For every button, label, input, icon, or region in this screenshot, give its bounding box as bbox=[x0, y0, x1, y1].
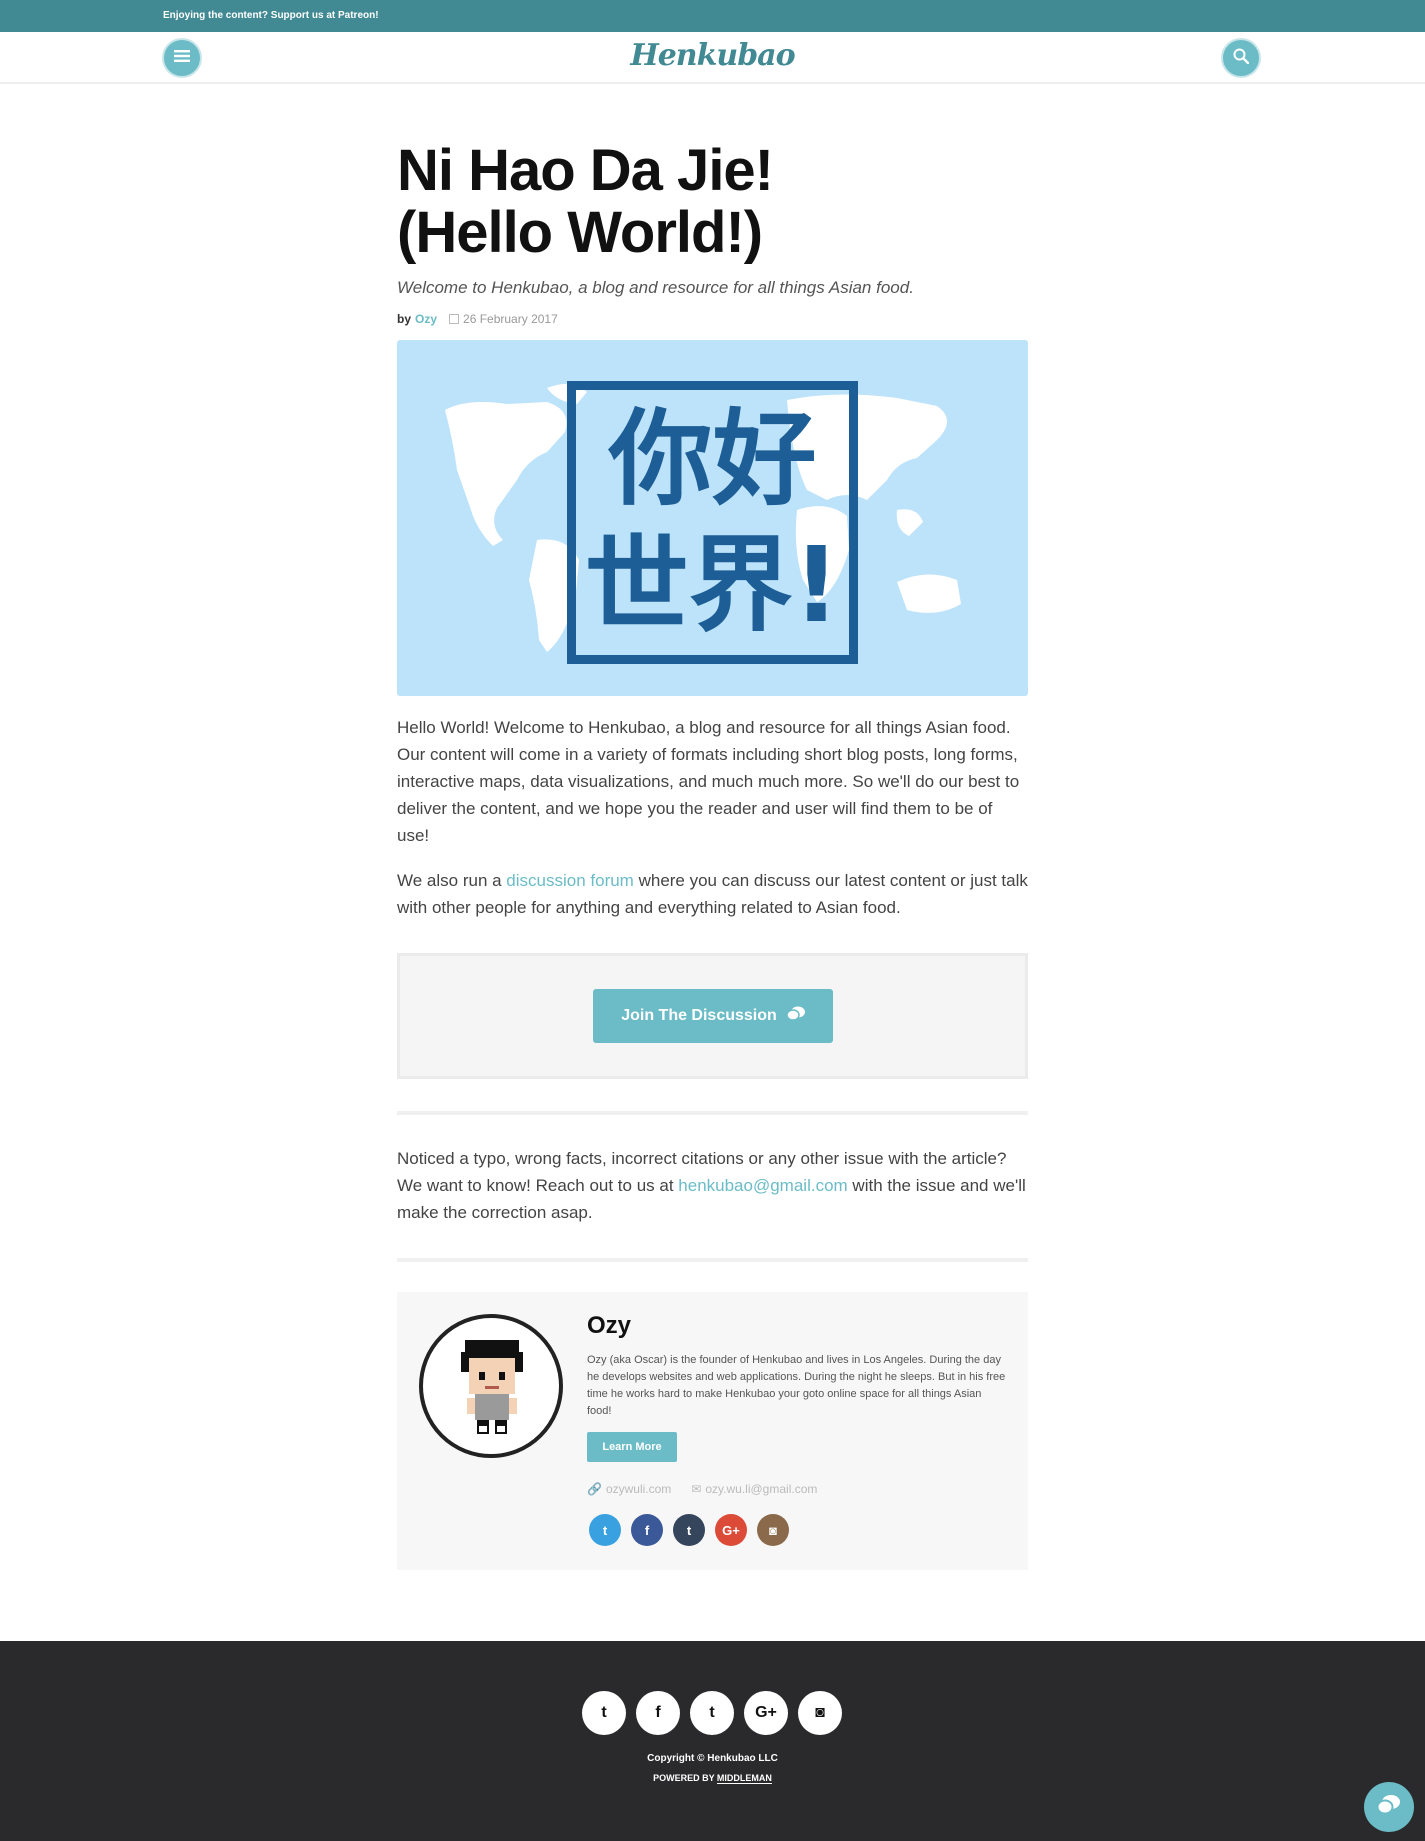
link-icon: 🔗 bbox=[587, 1482, 602, 1496]
hero-frame: 你好 世界! bbox=[567, 381, 858, 664]
by-label: by bbox=[397, 312, 412, 326]
middleman-link[interactable]: MIDDLEMAN bbox=[716, 1773, 772, 1784]
footer-facebook-button[interactable]: f bbox=[636, 1691, 680, 1735]
title-line-2: (Hello World!) bbox=[397, 200, 763, 265]
section-divider bbox=[397, 1258, 1028, 1262]
author-email-text: ozy.wu.li@gmail.com bbox=[705, 1482, 818, 1496]
hero-line-2: 世界! bbox=[584, 524, 841, 646]
forum-paragraph: We also run a discussion forum where you… bbox=[397, 867, 1028, 921]
hero-text: 你好 世界! bbox=[576, 396, 849, 648]
support-banner: Enjoying the content? Support us at Patr… bbox=[0, 0, 1425, 32]
author-card: Ozy Ozy (aka Oscar) is the founder of He… bbox=[397, 1292, 1028, 1570]
support-text: Enjoying the content? Support us at Patr… bbox=[163, 10, 379, 21]
twitter-button[interactable]: t bbox=[589, 1514, 621, 1546]
tumblr-icon: t bbox=[686, 1522, 692, 1538]
forum-link[interactable]: discussion forum bbox=[506, 871, 634, 890]
twitter-icon: t bbox=[602, 1522, 608, 1538]
section-divider bbox=[397, 1111, 1028, 1115]
powered-by: POWERED BY MIDDLEMAN bbox=[0, 1773, 1425, 1784]
chat-icon bbox=[1376, 1794, 1401, 1821]
website-link[interactable]: 🔗 ozywuli.com bbox=[587, 1482, 671, 1496]
footer-instagram-button[interactable]: ◙ bbox=[798, 1691, 842, 1735]
discussion-cta: Join The Discussion bbox=[397, 953, 1028, 1079]
facebook-icon: f bbox=[655, 1704, 661, 1721]
footer-google-plus-button[interactable]: G+ bbox=[744, 1691, 788, 1735]
instagram-icon: ◙ bbox=[769, 1522, 777, 1538]
author-bio: Ozy (aka Oscar) is the founder of Henkub… bbox=[587, 1354, 1006, 1417]
instagram-button[interactable]: ◙ bbox=[757, 1514, 789, 1546]
google-plus-icon: G+ bbox=[722, 1522, 740, 1538]
support-prefix: Enjoying the content? Support us at bbox=[163, 10, 338, 21]
join-discussion-label: Join The Discussion bbox=[621, 1007, 777, 1024]
learn-more-button[interactable]: Learn More bbox=[587, 1432, 677, 1462]
footer-tumblr-button[interactable]: t bbox=[690, 1691, 734, 1735]
powered-prefix: POWERED BY bbox=[653, 1773, 717, 1783]
footer-social-links: t f t G+ ◙ bbox=[582, 1691, 842, 1735]
calendar-icon bbox=[449, 314, 460, 324]
patreon-link[interactable]: Patreon! bbox=[338, 10, 379, 21]
publish-date: 26 February 2017 bbox=[463, 312, 558, 326]
author-social-links: t f t G+ ◙ bbox=[589, 1514, 789, 1546]
author-name: Ozy bbox=[587, 1312, 632, 1339]
article-subtitle: Welcome to Henkubao, a blog and resource… bbox=[397, 278, 914, 297]
author-links: 🔗 ozywuli.com ✉ ozy.wu.li@gmail.com bbox=[587, 1482, 817, 1496]
author-email-link[interactable]: ✉ ozy.wu.li@gmail.com bbox=[691, 1482, 817, 1496]
site-footer: t f t G+ ◙ Copyright © Henkubao LLC POWERED … bbox=[0, 1641, 1425, 1841]
website-text: ozywuli.com bbox=[605, 1482, 672, 1496]
article-meta: by Ozy 26 February 2017 bbox=[397, 312, 1028, 326]
tumblr-icon: t bbox=[709, 1704, 715, 1721]
intro-paragraph: Hello World! Welcome to Henkubao, a blog… bbox=[397, 718, 1020, 845]
facebook-icon: f bbox=[644, 1522, 650, 1538]
join-discussion-button[interactable]: Join The Discussion bbox=[593, 989, 833, 1043]
google-plus-button[interactable]: G+ bbox=[715, 1514, 747, 1546]
twitter-icon: t bbox=[601, 1704, 607, 1721]
article: Ni Hao Da Jie! (Hello World!) Welcome to… bbox=[397, 140, 1028, 1570]
site-logo[interactable]: Henkubao bbox=[0, 38, 1425, 73]
footer-twitter-button[interactable]: t bbox=[582, 1691, 626, 1735]
hero-line-1: 你好 bbox=[608, 398, 817, 520]
author-avatar bbox=[419, 1314, 563, 1458]
notice-email-link[interactable]: henkubao@gmail.com bbox=[678, 1176, 847, 1195]
google-plus-icon: G+ bbox=[755, 1704, 777, 1721]
author-link[interactable]: Ozy bbox=[415, 312, 437, 326]
tumblr-button[interactable]: t bbox=[673, 1514, 705, 1546]
instagram-icon: ◙ bbox=[815, 1704, 825, 1721]
copyright: Copyright © Henkubao LLC bbox=[647, 1753, 778, 1764]
pixel-avatar-icon bbox=[461, 1340, 523, 1434]
site-header: Henkubao bbox=[0, 32, 1425, 84]
correction-notice: Noticed a typo, wrong facts, incorrect c… bbox=[397, 1145, 1028, 1226]
search-icon bbox=[1233, 48, 1250, 69]
chat-widget-button[interactable] bbox=[1364, 1782, 1414, 1832]
hero-image: 你好 世界! bbox=[397, 340, 1028, 696]
forum-prefix: We also run a bbox=[397, 871, 507, 890]
chat-bubbles-icon bbox=[786, 1006, 805, 1027]
title-line-1: Ni Hao Da Jie! bbox=[397, 138, 774, 203]
facebook-button[interactable]: f bbox=[631, 1514, 663, 1546]
article-title: Ni Hao Da Jie! (Hello World!) bbox=[397, 140, 1028, 264]
envelope-icon: ✉ bbox=[691, 1482, 702, 1496]
search-button[interactable] bbox=[1221, 38, 1261, 78]
